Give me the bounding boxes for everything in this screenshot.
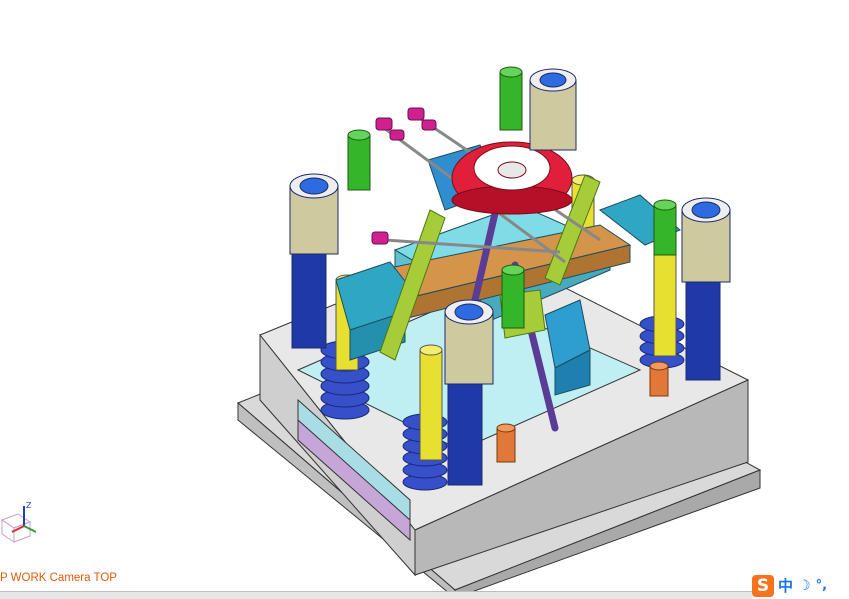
orientation-triad-icon[interactable]: Z — [0, 498, 40, 550]
moon-icon[interactable]: ☽ — [798, 578, 811, 594]
ime-toolbar[interactable]: S 中 ☽ °, — [752, 573, 849, 598]
ime-language-toggle[interactable]: 中 — [778, 575, 793, 596]
sogou-ime-icon[interactable]: S — [752, 574, 774, 597]
ime-punctuation-toggle[interactable]: °, — [816, 578, 827, 593]
camera-view-label: P WORK Camera TOP — [0, 572, 117, 584]
triad-z-label: Z — [26, 501, 32, 510]
locating-ring — [451, 141, 573, 215]
cad-3d-viewport[interactable] — [0, 0, 849, 598]
